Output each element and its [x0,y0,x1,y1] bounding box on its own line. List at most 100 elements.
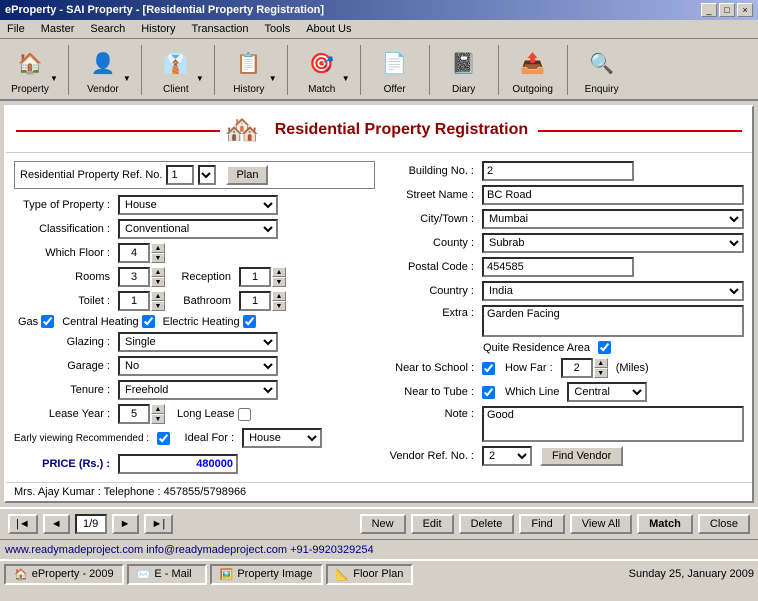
street-name-input[interactable] [482,185,744,205]
toilet-up[interactable]: ▲ [151,291,165,301]
vendor-dropdown-arrow[interactable]: ▼ [123,74,131,83]
toolbar-sep-1 [68,45,69,95]
how-far-down[interactable]: ▼ [594,368,608,378]
property-dropdown-arrow[interactable]: ▼ [50,74,58,83]
bathroom-label: Bathroom [175,295,235,307]
tenure-select[interactable]: Freehold [118,380,278,400]
menu-master[interactable]: Master [38,22,78,36]
match-dropdown-arrow[interactable]: ▼ [342,74,350,83]
last-button[interactable]: ►| [144,514,174,534]
page-input[interactable] [75,514,107,534]
restore-button[interactable]: □ [719,3,735,17]
toolbar-diary[interactable]: 📓 Diary [440,43,488,95]
toolbar-client[interactable]: 👔 Client ▼ [152,43,204,95]
near-tube-label: Near to Tube : [383,386,478,398]
gas-checkbox[interactable] [41,315,54,328]
bathroom-up[interactable]: ▲ [272,291,286,301]
toolbar-offer[interactable]: 📄 Offer [371,43,419,95]
ideal-for-select[interactable]: House [242,428,322,448]
reception-input[interactable] [239,267,271,287]
classification-select[interactable]: Conventional [118,219,278,239]
new-button[interactable]: New [360,514,406,534]
reception-up[interactable]: ▲ [272,267,286,277]
glazing-select[interactable]: Single [118,332,278,352]
view-all-button[interactable]: View All [570,514,632,534]
building-no-input[interactable] [482,161,634,181]
quite-residence-checkbox[interactable] [598,341,611,354]
menu-history[interactable]: History [138,22,178,36]
ref-dropdown[interactable]: 1 [198,165,216,185]
history-dropdown-arrow[interactable]: ▼ [269,74,277,83]
county-select[interactable]: Subrab [482,233,744,253]
price-input[interactable] [118,454,238,474]
rooms-input[interactable] [118,267,150,287]
toolbar-outgoing[interactable]: 📤 Outgoing [509,43,557,95]
toolbar-enquiry[interactable]: 🔍 Enquiry [578,43,626,95]
vendor-ref-select[interactable]: 2 [482,446,532,466]
email-label: E - Mail [154,568,191,580]
toolbar-sep-8 [567,45,568,95]
ref-number-input[interactable] [166,165,194,185]
app-label-item[interactable]: 🏠 eProperty - 2009 [4,564,124,585]
minimize-button[interactable]: _ [701,3,717,17]
long-lease-checkbox[interactable] [238,408,251,421]
edit-button[interactable]: Edit [411,514,454,534]
garage-select[interactable]: No [118,356,278,376]
client-dropdown-arrow[interactable]: ▼ [196,74,204,83]
how-far-up[interactable]: ▲ [594,358,608,368]
early-viewing-checkbox[interactable] [157,432,170,445]
first-button[interactable]: |◄ [8,514,38,534]
toolbar-property[interactable]: 🏠 Property ▼ [6,43,58,95]
lease-down[interactable]: ▼ [151,414,165,424]
toilet-down[interactable]: ▼ [151,301,165,311]
menu-file[interactable]: File [4,22,28,36]
toolbar-sep-4 [287,45,288,95]
type-property-select[interactable]: House [118,195,278,215]
rooms-down[interactable]: ▼ [151,277,165,287]
property-image-task-item[interactable]: 🖼️ Property Image [210,564,323,585]
bathroom-input[interactable] [239,291,271,311]
menu-aboutus[interactable]: About Us [303,22,354,36]
near-tube-checkbox[interactable] [482,386,495,399]
city-town-select[interactable]: Mumbai [482,209,744,229]
which-floor-input[interactable] [118,243,150,263]
electric-heating-checkbox[interactable] [243,315,256,328]
central-heating-checkbox[interactable] [142,315,155,328]
match-button[interactable]: Match [637,514,693,534]
which-floor-up[interactable]: ▲ [151,243,165,253]
which-floor-down[interactable]: ▼ [151,253,165,263]
extra-textarea[interactable]: Garden Facing [482,305,744,337]
menu-transaction[interactable]: Transaction [188,22,251,36]
find-button[interactable]: Find [519,514,564,534]
note-textarea[interactable]: Good [482,406,744,442]
rooms-up[interactable]: ▲ [151,267,165,277]
toolbar-match[interactable]: 🎯 Match ▼ [298,43,350,95]
bathroom-spinner: ▲ ▼ [239,291,286,311]
how-far-input[interactable] [561,358,593,378]
toilet-input[interactable] [118,291,150,311]
find-vendor-button[interactable]: Find Vendor [540,446,623,466]
reception-down[interactable]: ▼ [272,277,286,287]
bathroom-down[interactable]: ▼ [272,301,286,311]
close-title-button[interactable]: × [737,3,753,17]
postal-code-input[interactable] [482,257,634,277]
toolbar-vendor[interactable]: 👤 Vendor ▼ [79,43,131,95]
prev-button[interactable]: ◄ [43,514,70,534]
menu-tools[interactable]: Tools [262,22,294,36]
delete-button[interactable]: Delete [459,514,515,534]
lease-up[interactable]: ▲ [151,404,165,414]
toolbar-history[interactable]: 📋 History ▼ [225,43,277,95]
which-line-select[interactable]: Central [567,382,647,402]
near-school-checkbox[interactable] [482,362,495,375]
floor-plan-task-item[interactable]: 📐 Floor Plan [326,564,414,585]
country-select[interactable]: India [482,281,744,301]
menu-search[interactable]: Search [87,22,128,36]
close-button[interactable]: Close [698,514,750,534]
glazing-label: Glazing : [14,336,114,348]
next-button[interactable]: ► [112,514,139,534]
title-buttons[interactable]: _ □ × [701,3,753,17]
plan-button[interactable]: Plan [226,165,268,185]
email-task-item[interactable]: ✉️ E - Mail [127,564,207,585]
lease-input[interactable] [118,404,150,424]
county-label: County : [383,237,478,249]
